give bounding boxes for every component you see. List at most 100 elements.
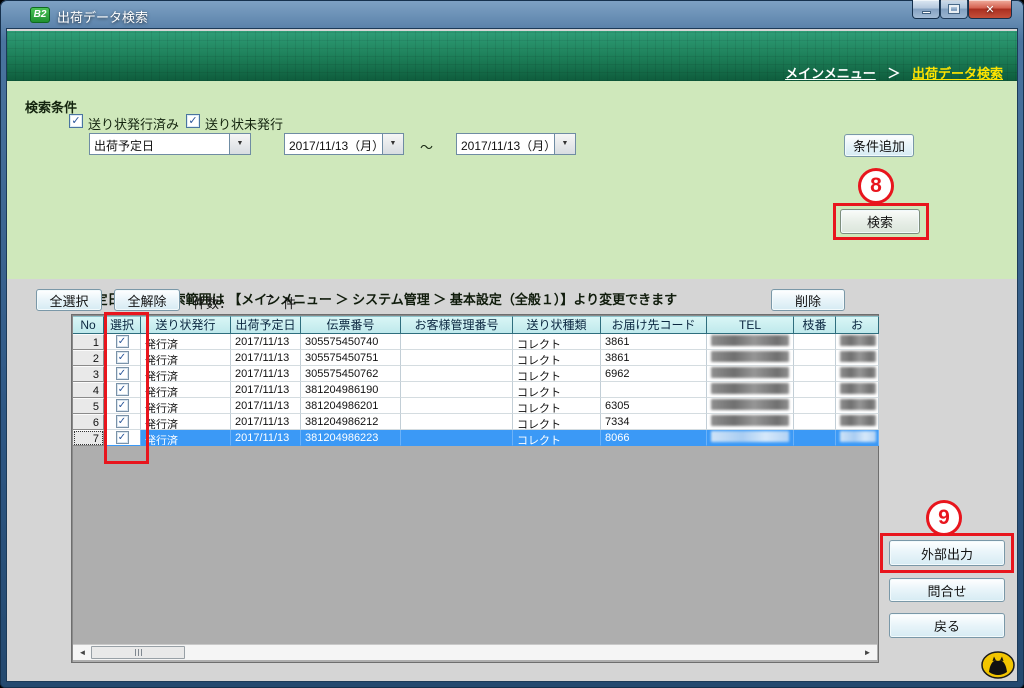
table-row[interactable]: 1✓発行済2017/11/13305575450740コレクト3861 <box>73 334 879 350</box>
date-from-value[interactable]: 2017/11/13（月） <box>284 133 382 155</box>
search-button[interactable]: 検索 <box>840 209 920 234</box>
branch-number-cell <box>794 398 836 414</box>
column-header-0[interactable]: No <box>73 316 104 334</box>
issue-status-cell: 発行済 <box>141 366 231 382</box>
row-checkbox[interactable]: ✓ <box>116 367 129 380</box>
row-number-cell: 7 <box>73 430 104 446</box>
issue-status-cell: 発行済 <box>141 350 231 366</box>
checkbox-not-issued-label: 送り状未発行 <box>205 114 283 133</box>
chevron-down-icon[interactable]: ▼ <box>382 133 404 155</box>
breadcrumb-main-menu-link[interactable]: メインメニュー <box>785 66 876 81</box>
select-cell[interactable]: ✓ <box>104 382 141 398</box>
select-cell[interactable]: ✓ <box>104 398 141 414</box>
add-condition-button[interactable]: 条件追加 <box>844 134 914 157</box>
maximize-button[interactable] <box>940 0 968 19</box>
column-header-3[interactable]: 出荷予定日 <box>231 316 301 334</box>
yamato-cat-logo-icon <box>981 651 1015 679</box>
redacted-extra-value <box>840 335 876 346</box>
table-row[interactable]: 4✓発行済2017/11/13381204986190コレクト <box>73 382 879 398</box>
tel-cell <box>707 414 794 430</box>
search-field-type-value[interactable]: 出荷予定日 <box>89 133 229 155</box>
extra-cell <box>836 414 879 430</box>
delete-button[interactable]: 削除 <box>771 289 845 311</box>
scroll-right-icon[interactable]: ► <box>860 645 875 660</box>
minimize-button[interactable] <box>912 0 940 19</box>
destination-code-cell <box>601 382 707 398</box>
search-field-type-combo[interactable]: 出荷予定日 ▼ <box>89 133 251 155</box>
checkbox-not-issued[interactable]: ✓ <box>186 114 200 128</box>
back-button[interactable]: 戻る <box>889 613 1005 638</box>
annotation-step-9: 9 <box>926 500 962 536</box>
row-checkbox[interactable]: ✓ <box>116 431 129 444</box>
chevron-down-icon[interactable]: ▼ <box>554 133 576 155</box>
slip-type-cell: コレクト <box>513 350 601 366</box>
branch-number-cell <box>794 334 836 350</box>
issue-status-cell: 発行済 <box>141 334 231 350</box>
column-header-1[interactable]: 選択 <box>104 316 141 334</box>
check-icon: ✓ <box>118 352 126 363</box>
maximize-icon <box>949 5 959 13</box>
date-to-combo[interactable]: 2017/11/13（月） ▼ <box>456 133 576 155</box>
branch-number-cell <box>794 366 836 382</box>
close-button[interactable]: ✕ <box>968 0 1012 19</box>
check-icon: ✓ <box>118 336 126 347</box>
ship-date-cell: 2017/11/13 <box>231 366 301 382</box>
row-checkbox[interactable]: ✓ <box>116 415 129 428</box>
row-checkbox[interactable]: ✓ <box>116 335 129 348</box>
table-row[interactable]: 6✓発行済2017/11/13381204986212コレクト7334 <box>73 414 879 430</box>
export-button[interactable]: 外部出力 <box>889 540 1005 566</box>
tel-cell <box>707 350 794 366</box>
scrollbar-thumb[interactable] <box>91 646 185 659</box>
row-number-cell: 3 <box>73 366 104 382</box>
customer-number-cell <box>401 414 513 430</box>
column-header-5[interactable]: お客様管理番号 <box>401 316 513 334</box>
customer-number-cell <box>401 382 513 398</box>
table-row[interactable]: 2✓発行済2017/11/13305575450751コレクト3861 <box>73 350 879 366</box>
column-header-8[interactable]: TEL <box>707 316 794 334</box>
column-header-7[interactable]: お届け先コード <box>601 316 707 334</box>
deselect-all-button[interactable]: 全解除 <box>114 289 180 311</box>
slip-type-cell: コレクト <box>513 414 601 430</box>
tel-cell <box>707 382 794 398</box>
column-header-2[interactable]: 送り状発行 <box>141 316 231 334</box>
scroll-left-icon[interactable]: ◄ <box>75 645 90 660</box>
checkbox-issued[interactable]: ✓ <box>69 114 83 128</box>
select-cell[interactable]: ✓ <box>104 430 141 446</box>
redacted-tel-value <box>711 383 789 394</box>
slip-number-cell: 381204986212 <box>301 414 401 430</box>
column-header-4[interactable]: 伝票番号 <box>301 316 401 334</box>
table-row[interactable]: 3✓発行済2017/11/13305575450762コレクト6962 <box>73 366 879 382</box>
select-all-button[interactable]: 全選択 <box>36 289 102 311</box>
select-cell[interactable]: ✓ <box>104 350 141 366</box>
redacted-tel-value <box>711 335 789 346</box>
row-number-cell: 2 <box>73 350 104 366</box>
destination-code-cell: 7334 <box>601 414 707 430</box>
breadcrumb-current-link[interactable]: 出荷データ検索 <box>912 66 1003 81</box>
horizontal-scrollbar[interactable]: ◄ ► <box>73 644 877 660</box>
select-cell[interactable]: ✓ <box>104 366 141 382</box>
inquiry-button[interactable]: 問合せ <box>889 578 1005 602</box>
column-header-6[interactable]: 送り状種類 <box>513 316 601 334</box>
count-unit: 件 <box>283 293 296 312</box>
date-from-combo[interactable]: 2017/11/13（月） ▼ <box>284 133 404 155</box>
column-header-10[interactable]: お <box>836 316 879 334</box>
branch-number-cell <box>794 430 836 446</box>
extra-cell <box>836 398 879 414</box>
destination-code-cell: 8066 <box>601 430 707 446</box>
select-cell[interactable]: ✓ <box>104 334 141 350</box>
row-checkbox[interactable]: ✓ <box>116 399 129 412</box>
table-row[interactable]: 7✓発行済2017/11/13381204986223コレクト8066 <box>73 430 879 446</box>
row-checkbox[interactable]: ✓ <box>116 351 129 364</box>
row-checkbox[interactable]: ✓ <box>116 383 129 396</box>
select-cell[interactable]: ✓ <box>104 414 141 430</box>
date-to-value[interactable]: 2017/11/13（月） <box>456 133 554 155</box>
slip-type-cell: コレクト <box>513 334 601 350</box>
slip-number-cell: 305575450751 <box>301 350 401 366</box>
extra-cell <box>836 382 879 398</box>
slip-number-cell: 381204986190 <box>301 382 401 398</box>
table-row[interactable]: 5✓発行済2017/11/13381204986201コレクト6305 <box>73 398 879 414</box>
chevron-down-icon[interactable]: ▼ <box>229 133 251 155</box>
date-range-separator: ～ <box>420 137 433 156</box>
title-bar[interactable]: B2 出荷データ検索 ✕ <box>0 0 1024 28</box>
column-header-9[interactable]: 枝番 <box>794 316 836 334</box>
